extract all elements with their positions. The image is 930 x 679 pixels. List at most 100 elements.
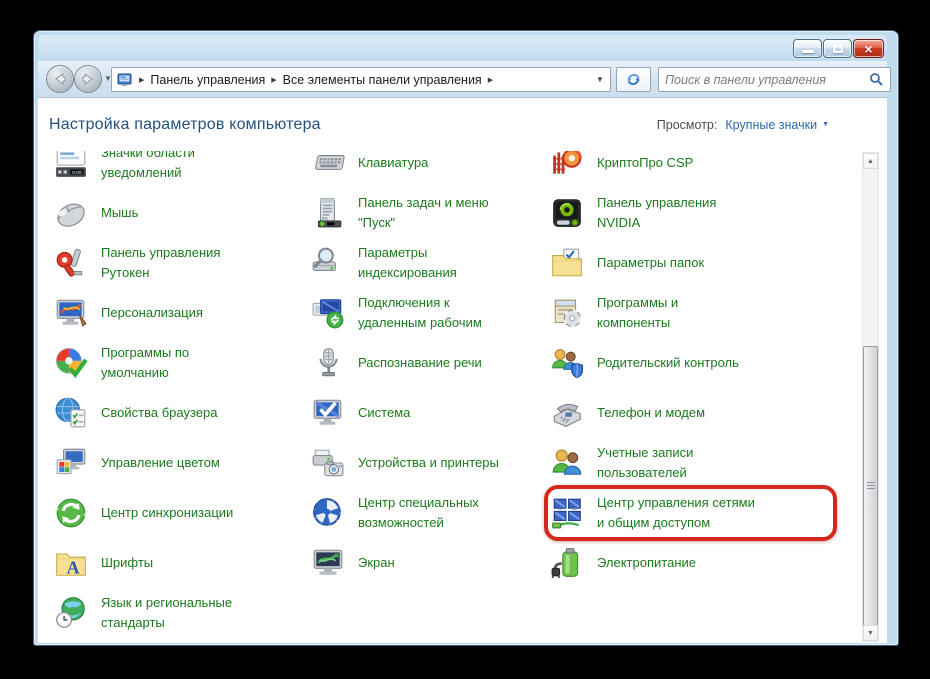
control-panel-window: × ▼ ▶Панель управления▶Все элементы пане… bbox=[33, 30, 899, 646]
address-bar[interactable]: ▶Панель управления▶Все элементы панели у… bbox=[111, 67, 611, 92]
control-panel-item[interactable]: Экран bbox=[311, 538, 546, 588]
control-panel-item[interactable]: Программы по умолчанию bbox=[54, 338, 304, 388]
scrollbar[interactable]: ▲ ▼ bbox=[862, 152, 879, 642]
item-label: Мышь bbox=[101, 203, 138, 223]
item-label: Электропитание bbox=[597, 553, 696, 573]
nvidia-control-panel-icon bbox=[550, 196, 584, 230]
control-panel-item[interactable]: Устройства и принтеры bbox=[311, 438, 546, 488]
mouse-icon bbox=[54, 196, 88, 230]
item-label: Шрифты bbox=[101, 553, 153, 573]
item-label: КриптоПро CSP bbox=[597, 153, 693, 173]
ease-of-access-icon bbox=[311, 496, 345, 530]
control-panel-item[interactable]: Мышь bbox=[54, 188, 304, 238]
close-button[interactable]: × bbox=[853, 39, 884, 58]
window-titlebar[interactable]: × bbox=[38, 35, 887, 61]
control-panel-item[interactable]: Параметры индексирования bbox=[311, 238, 546, 288]
cryptopro-csp-icon bbox=[550, 151, 584, 180]
programs-features-icon bbox=[550, 296, 584, 330]
phone-modem-icon bbox=[550, 396, 584, 430]
back-button[interactable] bbox=[46, 65, 74, 93]
control-panel-item[interactable]: Электропитание bbox=[550, 538, 850, 588]
view-by-link[interactable]: Крупные значки bbox=[725, 118, 817, 132]
view-dropdown-icon[interactable]: ▼ bbox=[822, 121, 829, 128]
display-icon bbox=[311, 546, 345, 580]
view-control: Просмотр: Крупные значки ▼ bbox=[657, 118, 829, 132]
breadcrumb-item[interactable]: Все элементы панели управления bbox=[283, 73, 482, 87]
search-input[interactable] bbox=[665, 73, 869, 87]
breadcrumb: ▶Панель управления▶Все элементы панели у… bbox=[133, 73, 499, 87]
control-panel-item[interactable]: Управление цветом bbox=[54, 438, 304, 488]
control-panel-item[interactable]: Подключения к удаленным рабочим bbox=[311, 288, 546, 338]
control-panel-item[interactable]: 0:00 Значки области уведомлений bbox=[54, 151, 304, 188]
breadcrumb-item[interactable]: Панель управления bbox=[150, 73, 265, 87]
control-panel-item[interactable]: Распознавание речи bbox=[311, 338, 546, 388]
minimize-icon bbox=[802, 50, 814, 53]
sync-center-icon bbox=[54, 496, 88, 530]
scrollbar-grip bbox=[867, 482, 875, 490]
default-programs-icon bbox=[54, 346, 88, 380]
control-panel-item[interactable]: Телефон и модем bbox=[550, 388, 850, 438]
item-label: Панель управления NVIDIA bbox=[597, 193, 716, 233]
search-box bbox=[658, 67, 891, 92]
item-label: Телефон и модем bbox=[597, 403, 705, 423]
control-panel-item[interactable]: Центр специальных возможностей bbox=[311, 488, 546, 538]
fonts-icon: A bbox=[54, 546, 88, 580]
control-panel-item[interactable]: КриптоПро CSP bbox=[550, 151, 850, 188]
search-icon[interactable] bbox=[869, 72, 884, 87]
item-label: Устройства и принтеры bbox=[358, 453, 499, 473]
item-label: Панель управления Рутокен bbox=[101, 243, 220, 283]
indexing-options-icon bbox=[311, 246, 345, 280]
scroll-up-icon[interactable]: ▲ bbox=[863, 153, 878, 169]
minimize-button[interactable] bbox=[793, 39, 822, 58]
items-area: 0:00 Значки области уведомлений Мышь Панель… bbox=[38, 151, 887, 643]
svg-text:A: A bbox=[67, 558, 80, 578]
control-panel-item[interactable]: Учетные записи пользователей bbox=[550, 438, 850, 488]
control-panel-item[interactable]: Система bbox=[311, 388, 546, 438]
control-panel-item[interactable]: Персонализация bbox=[54, 288, 304, 338]
control-panel-item[interactable]: Центр синхронизации bbox=[54, 488, 304, 538]
scrollbar-thumb[interactable] bbox=[863, 346, 878, 626]
item-label: Распознавание речи bbox=[358, 353, 482, 373]
item-label: Значки области уведомлений bbox=[101, 151, 195, 183]
item-label: Клавиатура bbox=[358, 153, 428, 173]
back-arrow-icon bbox=[52, 71, 68, 87]
forward-button[interactable] bbox=[74, 65, 102, 93]
svg-text:0:00: 0:00 bbox=[72, 170, 82, 176]
content-header: Настройка параметров компьютера Просмотр… bbox=[38, 98, 887, 151]
forward-arrow-icon bbox=[80, 71, 96, 87]
control-panel-item[interactable]: Панель управления NVIDIA bbox=[550, 188, 850, 238]
item-label: Свойства браузера bbox=[101, 403, 217, 423]
power-options-icon bbox=[550, 546, 584, 580]
control-panel-item[interactable]: Панель задач и меню "Пуск" bbox=[311, 188, 546, 238]
control-panel-item[interactable]: Язык и региональные стандарты bbox=[54, 588, 304, 638]
item-label: Центр специальных возможностей bbox=[358, 493, 479, 533]
breadcrumb-separator-icon: ▶ bbox=[139, 76, 144, 84]
page-title: Настройка параметров компьютера bbox=[49, 116, 321, 134]
refresh-button[interactable] bbox=[616, 67, 651, 92]
control-panel-item[interactable]: Центр управления сетями и общим доступом bbox=[550, 488, 850, 538]
control-panel-item[interactable]: Параметры папок bbox=[550, 238, 850, 288]
scroll-down-icon[interactable]: ▼ bbox=[863, 625, 878, 641]
browser-properties-icon bbox=[54, 396, 88, 430]
control-panel-item[interactable]: A Шрифты bbox=[54, 538, 304, 588]
address-dropdown-icon[interactable]: ▼ bbox=[592, 75, 608, 84]
maximize-button[interactable] bbox=[823, 39, 852, 58]
item-label: Управление цветом bbox=[101, 453, 220, 473]
control-panel-item[interactable]: Клавиатура bbox=[311, 151, 546, 188]
control-panel-icon bbox=[117, 72, 133, 88]
item-label: Параметры индексирования bbox=[358, 243, 457, 283]
control-panel-item[interactable]: Родительский контроль bbox=[550, 338, 850, 388]
rutoken-icon bbox=[54, 246, 88, 280]
item-label: Программы по умолчанию bbox=[101, 343, 189, 383]
control-panel-item[interactable]: Программы и компоненты bbox=[550, 288, 850, 338]
item-label: Панель задач и меню "Пуск" bbox=[358, 193, 489, 233]
navigation-bar: ▼ ▶Панель управления▶Все элементы панели… bbox=[38, 61, 887, 98]
item-label: Подключения к удаленным рабочим bbox=[358, 293, 482, 333]
item-label: Экран bbox=[358, 553, 395, 573]
speech-recognition-icon bbox=[311, 346, 345, 380]
keyboard-icon bbox=[311, 151, 345, 180]
control-panel-item[interactable]: Панель управления Рутокен bbox=[54, 238, 304, 288]
item-label: Параметры папок bbox=[597, 253, 704, 273]
refresh-icon bbox=[625, 71, 642, 88]
control-panel-item[interactable]: Свойства браузера bbox=[54, 388, 304, 438]
